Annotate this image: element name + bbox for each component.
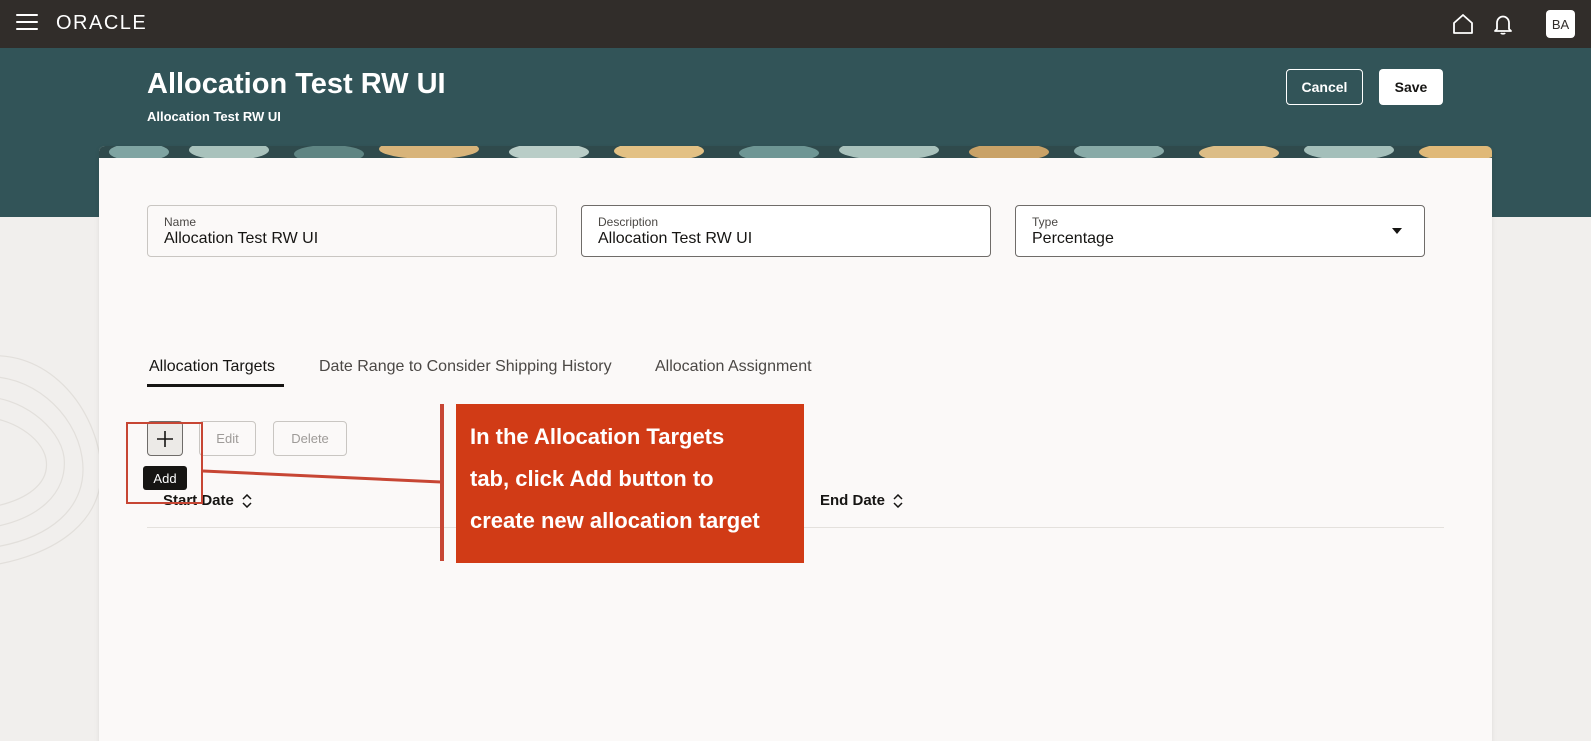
oracle-logo: ORACLE <box>56 12 148 34</box>
page-subtitle: Allocation Test RW UI <box>147 109 281 124</box>
page-title: Allocation Test RW UI <box>147 68 446 100</box>
callout-box: In the Allocation Targets tab, click Add… <box>456 404 804 563</box>
column-header-end-date[interactable]: End Date <box>820 492 903 509</box>
menu-icon[interactable] <box>16 14 38 34</box>
active-tab-indicator <box>147 384 284 387</box>
top-bar: ORACLE BA <box>0 0 1591 48</box>
name-field-value: Allocation Test RW UI <box>164 230 319 247</box>
tab-allocation-assignment[interactable]: Allocation Assignment <box>655 358 812 376</box>
callout-line: tab, click Add button to <box>470 466 714 491</box>
description-field[interactable]: Description Allocation Test RW UI <box>581 205 991 257</box>
decorative-banner <box>99 146 1492 158</box>
cancel-button[interactable]: Cancel <box>1286 69 1363 105</box>
tab-date-range[interactable]: Date Range to Consider Shipping History <box>319 358 612 376</box>
highlight-box <box>126 422 203 504</box>
type-select-label: Type <box>1032 215 1059 229</box>
callout-line: In the Allocation Targets <box>470 424 725 449</box>
save-button[interactable]: Save <box>1379 69 1443 105</box>
sort-icon <box>242 493 252 508</box>
home-icon[interactable] <box>1449 10 1477 38</box>
avatar[interactable]: BA <box>1546 10 1575 38</box>
description-field-value: Allocation Test RW UI <box>598 230 753 247</box>
name-field[interactable]: Name Allocation Test RW UI <box>147 205 557 257</box>
type-select[interactable]: Type Percentage <box>1015 205 1425 257</box>
type-select-value: Percentage <box>1032 230 1114 247</box>
tab-allocation-targets[interactable]: Allocation Targets <box>149 358 275 376</box>
edit-button[interactable]: Edit <box>199 421 256 456</box>
name-field-label: Name <box>164 215 197 229</box>
callout-line: create new allocation target <box>470 508 760 533</box>
column-label: End Date <box>820 492 886 509</box>
callout-bar <box>440 404 444 561</box>
delete-button[interactable]: Delete <box>273 421 347 456</box>
description-field-label: Description <box>598 215 659 229</box>
sort-icon <box>893 493 903 508</box>
chevron-down-icon[interactable] <box>1392 228 1402 234</box>
bell-icon[interactable] <box>1489 10 1517 38</box>
